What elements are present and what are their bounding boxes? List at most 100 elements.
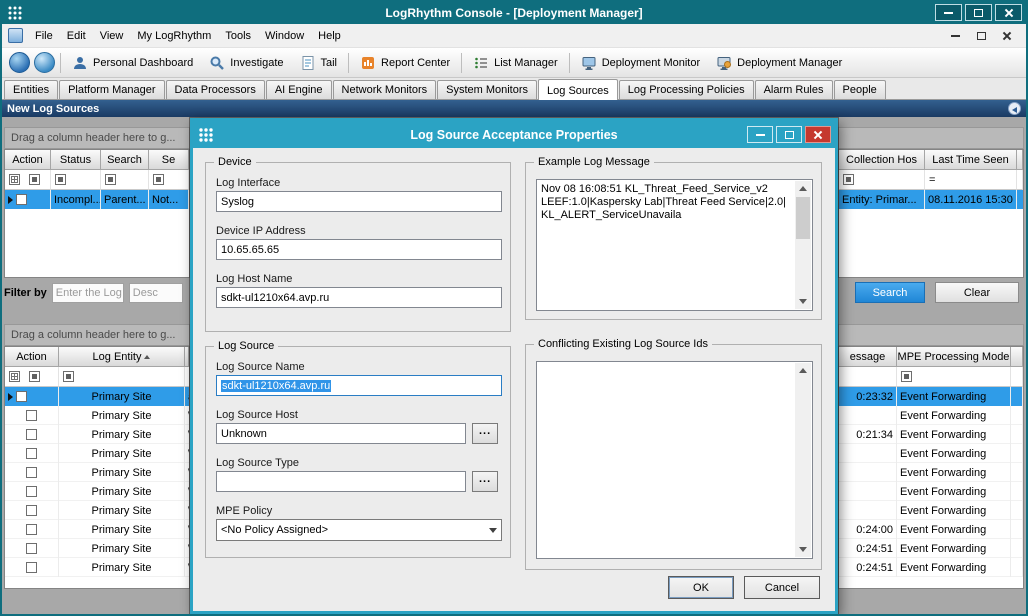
toolbar-deployment-monitor[interactable]: Deployment Monitor	[573, 50, 708, 76]
column-header-se[interactable]: Se	[149, 150, 189, 170]
log-source-row[interactable]: Primary Site W	[5, 501, 189, 520]
menu-tools[interactable]: Tools	[218, 26, 258, 46]
clear-button[interactable]: Clear	[935, 282, 1019, 303]
tab-data-processors[interactable]: Data Processors	[166, 80, 265, 99]
column-header-search[interactable]: Search	[101, 150, 149, 170]
select-all-checkbox[interactable]	[9, 174, 20, 185]
filter-checkbox[interactable]	[29, 371, 40, 382]
row-checkbox[interactable]	[16, 391, 27, 402]
group-by-bar[interactable]	[838, 127, 1024, 149]
log-source-host-browse-button[interactable]: ...	[472, 423, 498, 444]
menu-edit[interactable]: Edit	[60, 26, 93, 46]
column-header-action[interactable]: Action	[5, 347, 59, 367]
ok-button[interactable]: OK	[668, 576, 734, 599]
row-checkbox[interactable]	[26, 429, 37, 440]
toolbar-list-manager[interactable]: List Manager	[465, 50, 566, 76]
tab-alarm-rules[interactable]: Alarm Rules	[755, 80, 833, 99]
filter-checkbox[interactable]	[105, 174, 116, 185]
menu-window[interactable]: Window	[258, 26, 311, 46]
select-all-checkbox[interactable]	[9, 371, 20, 382]
log-source-row[interactable]: 0:24:00 Event Forwarding	[839, 520, 1023, 539]
dialog-minimize-button[interactable]	[747, 126, 773, 143]
tab-network-monitors[interactable]: Network Monitors	[333, 80, 437, 99]
row-checkbox[interactable]	[16, 194, 27, 205]
column-header-log-entity[interactable]: Log Entity	[59, 347, 185, 367]
log-source-row[interactable]: Primary Site W	[5, 482, 189, 501]
search-button[interactable]: Search	[855, 282, 925, 303]
menu-my-logrhythm[interactable]: My LogRhythm	[130, 26, 218, 46]
log-source-row[interactable]: Primary Site W	[5, 539, 189, 558]
log-source-row[interactable]: Event Forwarding	[839, 444, 1023, 463]
log-source-filter-input[interactable]: Enter the Log Sou	[52, 283, 124, 303]
group-by-bar[interactable]: Drag a column header here to g...	[4, 127, 190, 149]
log-source-name-input[interactable]: sdkt-ul1210x64.avp.ru	[216, 375, 502, 396]
dialog-maximize-button[interactable]	[776, 126, 802, 143]
log-interface-input[interactable]: Syslog	[216, 191, 502, 212]
row-checkbox[interactable]	[26, 410, 37, 421]
row-checkbox[interactable]	[26, 448, 37, 459]
scrollbar[interactable]	[795, 363, 811, 557]
filter-checkbox[interactable]	[843, 174, 854, 185]
row-checkbox[interactable]	[26, 562, 37, 573]
new-log-source-row[interactable]: Incompl... Parent... Not...	[5, 190, 189, 209]
menu-view[interactable]: View	[93, 26, 131, 46]
minimize-button[interactable]	[935, 4, 962, 21]
log-source-row[interactable]: Primary Site W	[5, 425, 189, 444]
description-filter-input[interactable]: Desc	[129, 283, 183, 303]
row-checkbox[interactable]	[26, 543, 37, 554]
column-header-action[interactable]: Action	[5, 150, 51, 170]
log-source-row[interactable]: Event Forwarding	[839, 406, 1023, 425]
mdi-restore-button[interactable]	[972, 28, 990, 44]
tab-platform-manager[interactable]: Platform Manager	[59, 80, 164, 99]
equals-operator-icon[interactable]: =	[929, 174, 935, 186]
device-ip-input[interactable]: 10.65.65.65	[216, 239, 502, 260]
column-header-last-time-seen[interactable]: Last Time Seen	[925, 150, 1017, 170]
toolbar-deployment-manager[interactable]: Deployment Manager	[708, 50, 850, 76]
group-by-bar[interactable]	[838, 324, 1024, 346]
toolbar-tail[interactable]: Tail	[292, 50, 346, 76]
scrollbar[interactable]	[795, 181, 811, 309]
row-checkbox[interactable]	[26, 524, 37, 535]
scroll-up-icon[interactable]	[795, 363, 811, 378]
log-source-row[interactable]: 0:23:32 Event Forwarding	[839, 387, 1023, 406]
tab-ai-engine[interactable]: AI Engine	[266, 80, 332, 99]
toolbar-personal-dashboard[interactable]: Personal Dashboard	[64, 50, 201, 76]
mdi-close-button[interactable]	[998, 28, 1016, 44]
log-source-host-input[interactable]: Unknown	[216, 423, 466, 444]
log-source-row[interactable]: Primary Site W	[5, 406, 189, 425]
filter-checkbox[interactable]	[901, 371, 912, 382]
log-source-row[interactable]: Event Forwarding	[839, 501, 1023, 520]
target-icon[interactable]	[34, 52, 55, 73]
row-checkbox[interactable]	[26, 486, 37, 497]
tab-log-sources[interactable]: Log Sources	[538, 79, 618, 100]
filter-checkbox[interactable]	[55, 174, 66, 185]
conflicting-ids-box[interactable]	[536, 361, 813, 559]
mpe-policy-select[interactable]: <No Policy Assigned>	[216, 519, 502, 541]
row-checkbox[interactable]	[26, 467, 37, 478]
log-source-row[interactable]: Primary Site a	[5, 387, 189, 406]
log-source-row[interactable]: 0:24:51 Event Forwarding	[839, 539, 1023, 558]
dialog-close-button[interactable]	[805, 126, 831, 143]
log-source-row[interactable]: Primary Site W	[5, 558, 189, 577]
scroll-down-icon[interactable]	[795, 294, 811, 309]
example-log-message-box[interactable]: Nov 08 16:08:51 KL_Threat_Feed_Service_v…	[536, 179, 813, 311]
tab-log-processing-policies[interactable]: Log Processing Policies	[619, 80, 754, 99]
column-header-mpe-processing-mode[interactable]: MPE Processing Mode	[897, 347, 1011, 367]
log-source-type-input[interactable]	[216, 471, 466, 492]
tab-people[interactable]: People	[834, 80, 886, 99]
log-source-row[interactable]: Event Forwarding	[839, 482, 1023, 501]
new-log-source-row[interactable]: Entity: Primar... 08.11.2016 15:30	[839, 190, 1023, 209]
log-source-row[interactable]: Primary Site W	[5, 520, 189, 539]
log-source-type-browse-button[interactable]: ...	[472, 471, 498, 492]
globe-icon[interactable]	[9, 52, 30, 73]
scroll-down-icon[interactable]	[795, 542, 811, 557]
maximize-button[interactable]	[965, 4, 992, 21]
log-source-row[interactable]: Event Forwarding	[839, 463, 1023, 482]
row-checkbox[interactable]	[26, 505, 37, 516]
log-source-row[interactable]: 0:24:51 Event Forwarding	[839, 558, 1023, 577]
close-button[interactable]	[995, 4, 1022, 21]
filter-checkbox[interactable]	[153, 174, 164, 185]
menu-help[interactable]: Help	[311, 26, 348, 46]
tab-system-monitors[interactable]: System Monitors	[437, 80, 537, 99]
group-by-bar[interactable]: Drag a column header here to g...	[4, 324, 190, 346]
